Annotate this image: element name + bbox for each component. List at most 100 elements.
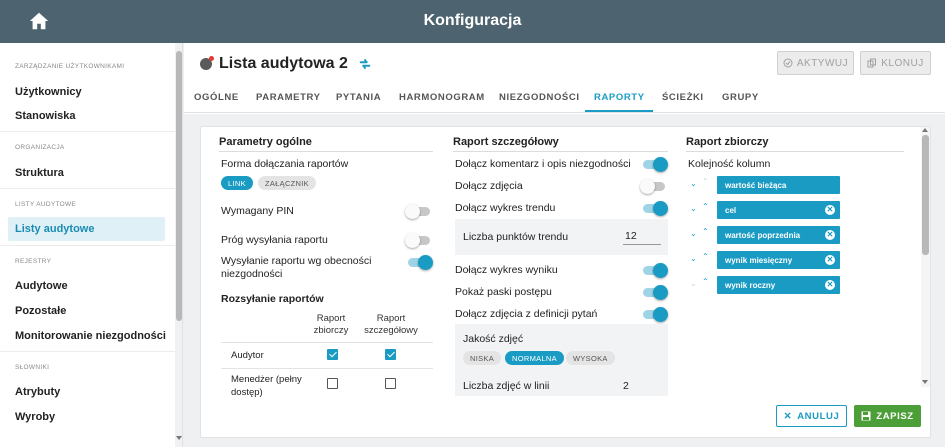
question-photos-toggle[interactable]: [643, 307, 668, 322]
include-score-chart-label: Dołącz wykres wyniku: [455, 264, 558, 276]
manager-summary-checkbox[interactable]: [327, 378, 338, 389]
scroll-down-icon[interactable]: [922, 380, 928, 384]
include-score-chart-toggle[interactable]: [643, 263, 668, 278]
scroll-up-icon[interactable]: [922, 128, 928, 132]
include-trend-label: Dołącz wykres trendu: [455, 202, 556, 214]
top-bar: Konfiguracja: [0, 0, 945, 43]
column-item-monthly-score[interactable]: wynik miesięczny ✕: [717, 251, 840, 269]
remove-column-icon[interactable]: ✕: [825, 280, 835, 290]
pin-toggle[interactable]: [405, 204, 430, 219]
tab-paths[interactable]: ŚCIEŻKI: [662, 92, 704, 103]
sidebar-item-positions[interactable]: Stanowiska: [15, 110, 76, 122]
sidebar-item-nonconformity-monitoring[interactable]: Monitorowanie niezgodności: [15, 330, 166, 342]
progress-bars-toggle[interactable]: [643, 285, 668, 300]
tab-questions[interactable]: PYTANIA: [336, 92, 381, 103]
move-down-icon[interactable]: ⌄: [690, 204, 697, 213]
tab-reports[interactable]: RAPORTY: [594, 92, 645, 103]
card-scrollbar-thumb[interactable]: [922, 135, 929, 255]
clone-label: KLONUJ: [881, 57, 924, 69]
move-up-icon[interactable]: ⌃: [702, 277, 709, 286]
sidebar-section-organization: ORGANIZACJA: [15, 144, 65, 151]
column-item-yearly-score[interactable]: wynik roczny ✕: [717, 276, 840, 294]
threshold-toggle[interactable]: [405, 233, 430, 248]
sidebar-section-registers: REJESTRY: [15, 258, 52, 265]
cancel-button[interactable]: ✕ ANULUJ: [776, 405, 847, 427]
auditor-row-label: Audytor: [231, 350, 264, 361]
include-photos-toggle[interactable]: [640, 179, 665, 194]
card-scrollbar[interactable]: [921, 127, 930, 387]
include-comment-toggle[interactable]: [643, 157, 668, 172]
status-dot-icon: [200, 56, 214, 70]
move-down-icon: ⌄: [690, 279, 697, 288]
sidebar-scrollbar-thumb[interactable]: [176, 51, 182, 321]
photo-quality-label: Jakość zdjęć: [463, 333, 524, 345]
column-item-previous-value[interactable]: wartość poprzednia ✕: [717, 226, 840, 244]
sidebar-item-products[interactable]: Wyroby: [15, 411, 55, 423]
tab-nonconformities[interactable]: NIEZGODNOŚCI: [499, 92, 580, 103]
cancel-label: ANULUJ: [797, 410, 840, 422]
include-trend-toggle[interactable]: [643, 201, 668, 216]
sidebar-item-other[interactable]: Pozostałe: [15, 305, 66, 317]
sidebar-scrollbar[interactable]: [175, 43, 182, 447]
tab-bar: OGÓLNE PARAMETRY PYTANIA HARMONOGRAM NIE…: [184, 83, 945, 113]
manager-row-label: Menedżer (pełny dostęp): [231, 374, 302, 398]
pin-label: Wymagany PIN: [221, 205, 294, 217]
move-down-icon[interactable]: ⌄: [690, 179, 697, 188]
attach-file-chip[interactable]: ZAŁĄCZNIK: [258, 176, 316, 190]
section-divider: [453, 151, 668, 152]
close-icon: ✕: [783, 410, 793, 422]
move-down-icon[interactable]: ⌄: [690, 254, 697, 263]
sidebar-item-users[interactable]: Użytkownicy: [15, 86, 82, 98]
column-item-label: cel: [725, 205, 737, 215]
move-up-icon[interactable]: ⌃: [702, 202, 709, 211]
auditor-detailed-checkbox[interactable]: [385, 349, 396, 360]
move-up-icon[interactable]: ⌃: [702, 252, 709, 261]
detailed-section-title: Raport szczegółowy: [453, 136, 559, 148]
sidebar-item-attributes[interactable]: Atrybuty: [15, 386, 60, 398]
sidebar-item-structure[interactable]: Struktura: [15, 167, 64, 179]
save-label: ZAPISZ: [876, 410, 914, 422]
tab-general[interactable]: OGÓLNE: [194, 92, 239, 103]
move-up-icon: ⌃: [702, 177, 709, 186]
sidebar-divider: [0, 188, 175, 189]
sidebar-item-audit-registers[interactable]: Audytowe: [15, 280, 68, 292]
sidebar-divider: [0, 131, 175, 132]
quality-normal-chip[interactable]: NORMALNA: [505, 351, 564, 365]
general-section-title: Parametry ogólne: [219, 136, 312, 148]
tab-groups[interactable]: GRUPY: [722, 92, 759, 103]
remove-column-icon[interactable]: ✕: [825, 230, 835, 240]
manager-detailed-checkbox[interactable]: [385, 378, 396, 389]
summary-section-title: Raport zbiorczy: [686, 136, 769, 148]
quality-high-chip[interactable]: WYSOKA: [566, 351, 615, 365]
remove-column-icon[interactable]: ✕: [825, 205, 835, 215]
sync-icon[interactable]: [358, 57, 372, 71]
photos-per-line-value[interactable]: 2: [623, 380, 629, 393]
trend-points-input[interactable]: 12: [623, 230, 661, 245]
floppy-icon: [861, 411, 871, 421]
auditor-summary-checkbox[interactable]: [327, 349, 338, 360]
detailed-report-header: Raport szczegółowy: [364, 313, 418, 336]
sidebar-scroll-down-icon[interactable]: [176, 436, 182, 440]
clone-button[interactable]: KLONUJ: [860, 51, 931, 75]
move-up-icon[interactable]: ⌃: [702, 227, 709, 236]
activate-button[interactable]: AKTYWUJ: [777, 51, 854, 75]
section-divider: [219, 151, 433, 152]
column-item-target[interactable]: cel ✕: [717, 201, 840, 219]
column-item-current-value[interactable]: wartość bieżąca: [717, 176, 840, 194]
move-down-icon[interactable]: ⌄: [690, 229, 697, 238]
photos-per-line-label: Liczba zdjęć w linii: [463, 380, 550, 392]
remove-column-icon[interactable]: ✕: [825, 255, 835, 265]
table-divider: [221, 342, 433, 343]
tab-schedule[interactable]: HARMONOGRAM: [399, 92, 485, 103]
section-divider: [686, 151, 904, 152]
sidebar-item-audit-lists[interactable]: Listy audytowe: [8, 217, 165, 241]
nonconformity-send-toggle[interactable]: [408, 255, 433, 270]
progress-bars-label: Pokaż paski postępu: [455, 286, 552, 298]
quality-low-chip[interactable]: NISKA: [463, 351, 502, 365]
active-tab-indicator: [585, 110, 653, 112]
trend-points-label: Liczba punktów trendu: [463, 231, 569, 243]
save-button[interactable]: ZAPISZ: [854, 405, 921, 427]
attach-link-chip[interactable]: LINK: [221, 176, 253, 190]
app-title: Konfiguracja: [423, 12, 522, 29]
tab-parameters[interactable]: PARAMETRY: [256, 92, 321, 103]
